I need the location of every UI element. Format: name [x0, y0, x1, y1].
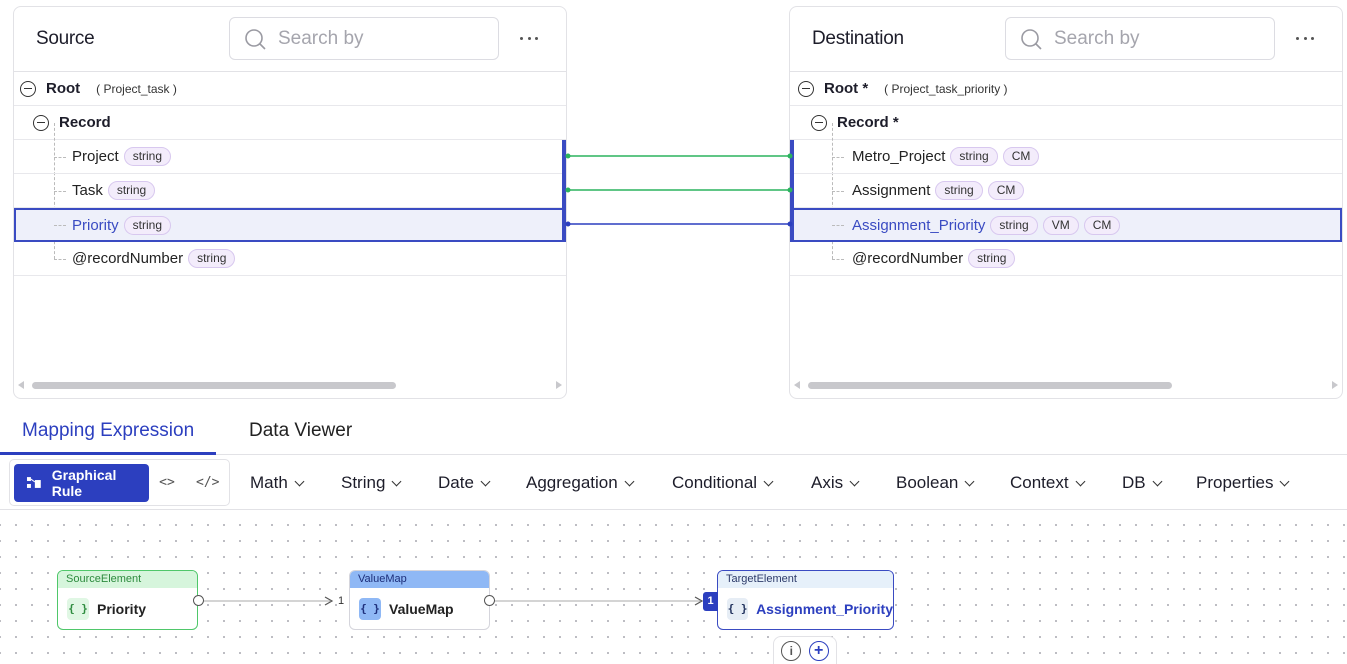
- node-label: Assignment_Priority: [756, 600, 893, 617]
- menu-db[interactable]: DB: [1122, 473, 1163, 493]
- menu-string[interactable]: String: [341, 473, 402, 493]
- chevron-down-icon: [1152, 476, 1163, 486]
- chevron-down-icon: [294, 476, 305, 486]
- input-index-label: 1: [338, 595, 345, 607]
- canvas-edges: [204, 596, 704, 606]
- output-port[interactable]: [484, 595, 495, 606]
- menu-date[interactable]: Date: [438, 473, 491, 493]
- braces-icon: { }: [359, 597, 381, 620]
- connector-endpoint-selected: [787, 221, 793, 227]
- connector-endpoint: [565, 187, 571, 193]
- chevron-down-icon: [1280, 476, 1290, 486]
- source-element-node[interactable]: SourceElement { } Priority: [57, 570, 198, 630]
- expression-toolbar: Graphical Rule <> </> Math String Date A…: [0, 456, 1347, 510]
- mapping-connectors: [565, 153, 793, 227]
- chevron-down-icon: [763, 476, 774, 486]
- mode-switcher: Graphical Rule <> </>: [9, 459, 230, 506]
- graph-canvas[interactable]: SourceElement { } Priority 1 ValueMap { …: [0, 511, 1347, 664]
- node-type-label: TargetElement: [718, 571, 893, 588]
- connector-endpoint: [787, 187, 793, 193]
- node-tools: i +: [773, 636, 837, 664]
- node-type-label: ValueMap: [350, 571, 489, 588]
- chevron-down-icon: [964, 476, 975, 486]
- target-element-node[interactable]: TargetElement { } Assignment_Priority: [717, 570, 894, 630]
- braces-icon: { }: [727, 597, 749, 620]
- code-view-icon[interactable]: <>: [156, 472, 178, 494]
- graphical-rule-label: Graphical Rule: [51, 467, 117, 499]
- chevron-down-icon: [849, 476, 860, 486]
- menu-conditional[interactable]: Conditional: [672, 473, 774, 493]
- connector-endpoint-selected: [565, 221, 571, 227]
- chevron-down-icon: [480, 476, 491, 486]
- info-icon[interactable]: i: [781, 641, 802, 661]
- chevron-down-icon: [391, 476, 402, 486]
- connector-endpoint: [565, 153, 571, 159]
- menu-context[interactable]: Context: [1010, 473, 1086, 493]
- node-type-label: SourceElement: [58, 571, 197, 588]
- valuemap-node[interactable]: ValueMap { } ValueMap: [349, 570, 490, 630]
- tab-data-viewer[interactable]: Data Viewer: [249, 420, 352, 442]
- input-index-badge: 1: [703, 592, 718, 611]
- chevron-down-icon: [1075, 476, 1086, 486]
- node-label: ValueMap: [389, 600, 454, 617]
- source-code-icon[interactable]: </>: [196, 472, 219, 494]
- connector-endpoint: [787, 153, 793, 159]
- menu-boolean[interactable]: Boolean: [896, 473, 975, 493]
- menu-properties[interactable]: Properties: [1196, 473, 1290, 493]
- output-port[interactable]: [193, 595, 204, 606]
- menu-math[interactable]: Math: [250, 473, 305, 493]
- tab-bar: Mapping Expression Data Viewer: [0, 410, 1347, 455]
- graph-rule-icon: [26, 477, 41, 488]
- node-label: Priority: [97, 600, 147, 617]
- graphical-rule-button[interactable]: Graphical Rule: [14, 464, 149, 502]
- menu-axis[interactable]: Axis: [811, 473, 860, 493]
- tab-mapping-expression[interactable]: Mapping Expression: [0, 420, 217, 455]
- chevron-down-icon: [624, 476, 635, 486]
- add-icon[interactable]: +: [808, 641, 829, 661]
- braces-icon: { }: [67, 597, 89, 620]
- menu-aggregation[interactable]: Aggregation: [526, 473, 635, 493]
